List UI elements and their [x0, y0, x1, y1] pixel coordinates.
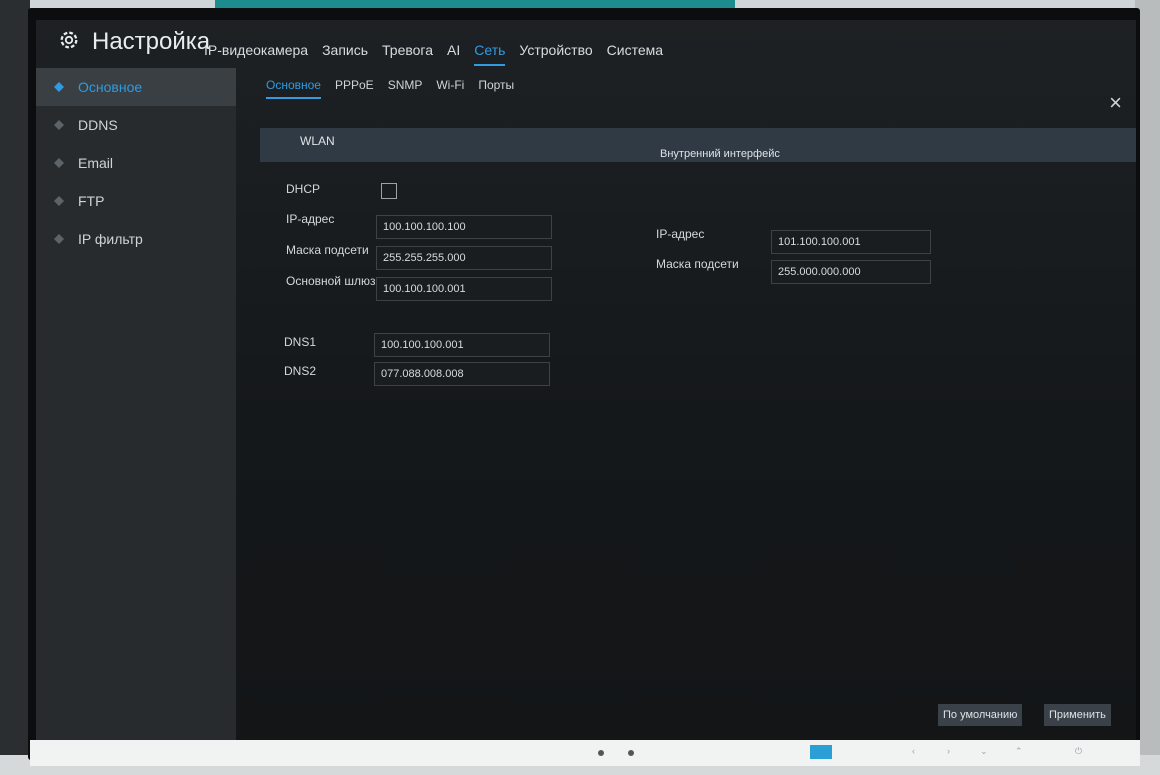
gateway-field[interactable] — [376, 277, 552, 301]
monitor-bottom-strip: ‹ › ⌄ ⌃ ⏻ — [30, 740, 1140, 766]
sidebar-item-label: FTP — [78, 193, 105, 209]
dvr-settings-screen: Настройка IP-видеокамера Запись Тревога … — [36, 20, 1136, 740]
power-icon[interactable]: ⏻ — [1075, 746, 1082, 757]
sidebar-item-label: Email — [78, 155, 114, 171]
apply-button[interactable]: Применить — [1044, 704, 1111, 726]
internal-ip-field[interactable] — [771, 230, 931, 254]
dhcp-label: DHCP — [286, 182, 321, 196]
tab-record[interactable]: Запись — [322, 42, 368, 66]
energy-star-logo — [810, 745, 832, 759]
close-icon[interactable]: × — [1109, 90, 1122, 116]
sidebar-item-ftp[interactable]: FTP — [36, 182, 236, 220]
environment-left — [0, 0, 30, 775]
tab-alarm[interactable]: Тревога — [382, 42, 433, 66]
gateway-label: Основной шлюз — [286, 274, 376, 288]
diamond-icon — [54, 120, 64, 130]
dns2-field[interactable] — [374, 362, 550, 386]
tab-system[interactable]: Система — [607, 42, 663, 66]
subnet-mask-label: Маска подсети — [286, 243, 369, 257]
section-header: WLAN Внутренний интерфейс — [260, 128, 1136, 162]
dns1-label: DNS1 — [284, 335, 317, 349]
page-title: Настройка — [92, 28, 211, 55]
sidebar-item-label: DDNS — [78, 117, 118, 133]
wlan-heading: WLAN — [300, 134, 335, 148]
sidebar-item-email[interactable]: Email — [36, 144, 236, 182]
default-button[interactable]: По умолчанию — [938, 704, 1023, 726]
chevron-right-icon[interactable]: › — [947, 746, 950, 756]
subtab-pppoe[interactable]: PPPoE — [335, 78, 374, 99]
subtab-wifi[interactable]: Wi-Fi — [436, 78, 464, 99]
dns1-field[interactable] — [374, 333, 550, 357]
subnet-mask-field[interactable] — [376, 246, 552, 270]
tab-ip-camera[interactable]: IP-видеокамера — [204, 42, 308, 66]
internal-ip-label: IP-адрес — [656, 227, 705, 241]
top-nav: IP-видеокамера Запись Тревога AI Сеть Ус… — [204, 42, 663, 66]
diamond-icon — [54, 158, 64, 168]
subtab-snmp[interactable]: SNMP — [388, 78, 423, 99]
ip-address-field[interactable] — [376, 215, 552, 239]
tab-device[interactable]: Устройство — [519, 42, 592, 66]
sidebar-item-label: IP фильтр — [78, 231, 143, 247]
monitor-dot — [628, 750, 634, 756]
sidebar-item-basic[interactable]: Основное — [36, 68, 236, 106]
subtab-basic[interactable]: Основное — [266, 78, 321, 99]
chevron-left-icon[interactable]: ‹ — [912, 746, 915, 756]
dhcp-checkbox[interactable] — [381, 183, 397, 199]
sidebar: Основное DDNS Email FTP IP фильтр — [36, 68, 236, 740]
diamond-icon — [54, 234, 64, 244]
sidebar-item-ip-filter[interactable]: IP фильтр — [36, 220, 236, 258]
internal-mask-label: Маска подсети — [656, 257, 739, 271]
internal-mask-field[interactable] — [771, 260, 931, 284]
sidebar-item-label: Основное — [78, 79, 143, 95]
monitor-dot — [598, 750, 604, 756]
header: Настройка IP-видеокамера Запись Тревога … — [36, 20, 1136, 66]
gear-icon — [60, 31, 78, 49]
subtab-ports[interactable]: Порты — [478, 78, 514, 99]
diamond-icon — [54, 82, 64, 92]
internal-interface-heading: Внутренний интерфейс — [660, 148, 780, 160]
dns2-label: DNS2 — [284, 364, 317, 378]
ip-address-label: IP-адрес — [286, 212, 335, 226]
tab-ai[interactable]: AI — [447, 42, 460, 66]
tab-network[interactable]: Сеть — [474, 42, 506, 66]
chevron-up-icon[interactable]: ⌃ — [1015, 746, 1023, 757]
diamond-icon — [54, 196, 64, 206]
chevron-down-icon[interactable]: ⌄ — [980, 746, 988, 757]
sub-tabs: Основное PPPoE SNMP Wi-Fi Порты — [266, 78, 514, 99]
sidebar-item-ddns[interactable]: DDNS — [36, 106, 236, 144]
